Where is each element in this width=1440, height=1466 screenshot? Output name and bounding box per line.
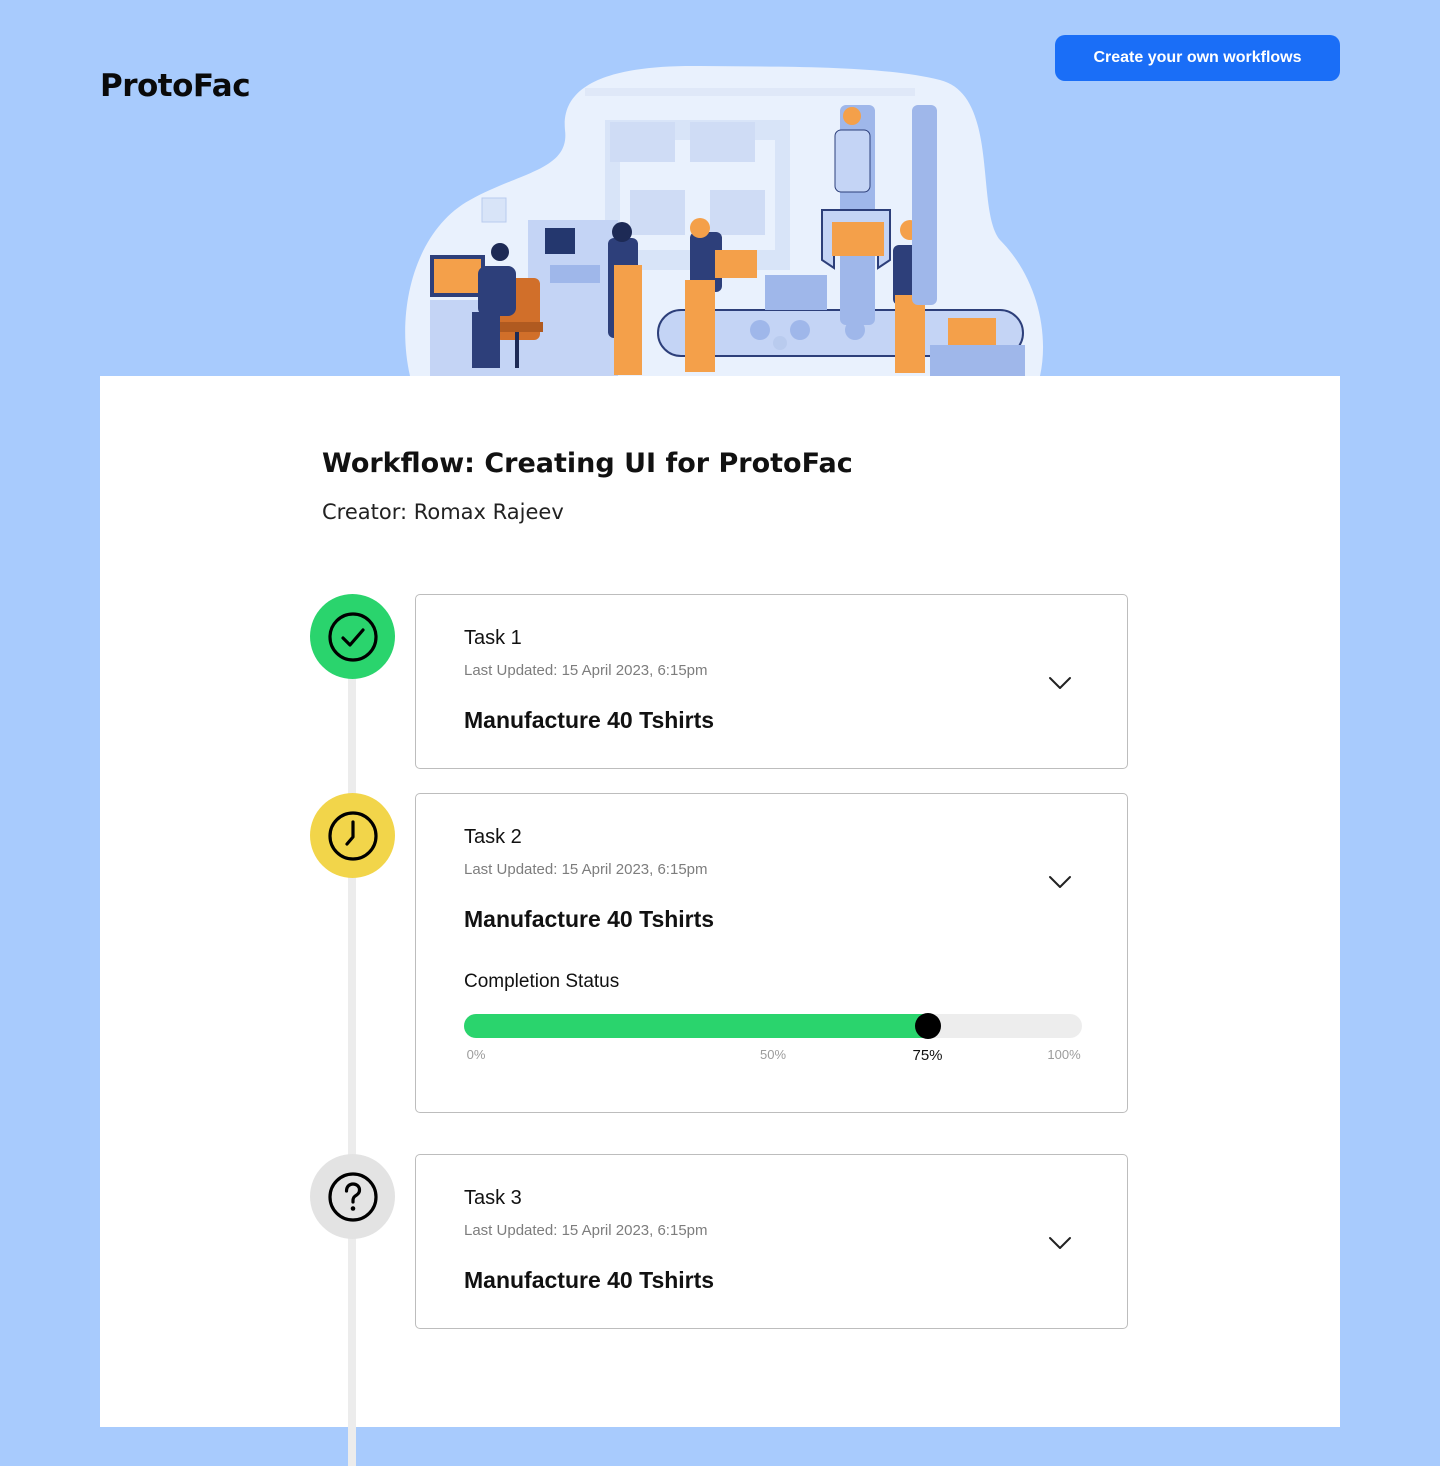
chevron-down-icon[interactable] bbox=[1048, 1235, 1072, 1251]
tick-label-mid: 50% bbox=[759, 1047, 787, 1062]
task-last-updated: Last Updated: 15 April 2023, 6:15pm bbox=[464, 1222, 708, 1239]
task-name: Manufacture 40 Tshirts bbox=[464, 707, 715, 733]
status-completed bbox=[310, 594, 395, 679]
workflow-creator: Creator: Romax Rajeev bbox=[322, 500, 564, 524]
question-circle-icon bbox=[327, 1171, 378, 1222]
logo: ProtoFac bbox=[100, 68, 251, 104]
status-in-progress bbox=[310, 793, 395, 878]
progress-handle[interactable] bbox=[914, 1013, 941, 1039]
check-circle-icon bbox=[327, 611, 378, 662]
timeline-line bbox=[348, 646, 356, 1466]
chevron-down-icon[interactable] bbox=[1048, 874, 1072, 890]
task-card-2[interactable]: Task 2 Last Updated: 15 April 2023, 6:15… bbox=[415, 793, 1128, 1113]
create-workflows-button[interactable]: Create your own workflows bbox=[1055, 35, 1340, 81]
tick-label-start: 0% bbox=[466, 1047, 486, 1062]
factory-illustration bbox=[405, 65, 1043, 376]
completion-status-label: Completion Status bbox=[464, 971, 620, 992]
progress-fill bbox=[464, 1014, 928, 1038]
task-name: Manufacture 40 Tshirts bbox=[464, 906, 715, 932]
task-card-1[interactable]: Task 1 Last Updated: 15 April 2023, 6:15… bbox=[415, 594, 1128, 769]
clock-icon bbox=[327, 810, 378, 861]
task-label: Task 1 bbox=[464, 627, 522, 649]
task-label: Task 3 bbox=[464, 1187, 522, 1209]
completion-progress-bar[interactable] bbox=[464, 1013, 1082, 1039]
task-card-3[interactable]: Task 3 Last Updated: 15 April 2023, 6:15… bbox=[415, 1154, 1128, 1329]
task-name: Manufacture 40 Tshirts bbox=[464, 1267, 715, 1293]
chevron-down-icon[interactable] bbox=[1048, 675, 1072, 691]
workflow-title: Workflow: Creating UI for ProtoFac bbox=[322, 448, 853, 479]
task-label: Task 2 bbox=[464, 826, 522, 848]
workflow-panel: Workflow: Creating UI for ProtoFac Creat… bbox=[100, 376, 1340, 1466]
progress-value-label: 75% bbox=[912, 1047, 943, 1064]
task-last-updated: Last Updated: 15 April 2023, 6:15pm bbox=[464, 662, 708, 679]
tick-label-end: 100% bbox=[1047, 1047, 1081, 1062]
status-pending bbox=[310, 1154, 395, 1239]
task-last-updated: Last Updated: 15 April 2023, 6:15pm bbox=[464, 861, 708, 878]
